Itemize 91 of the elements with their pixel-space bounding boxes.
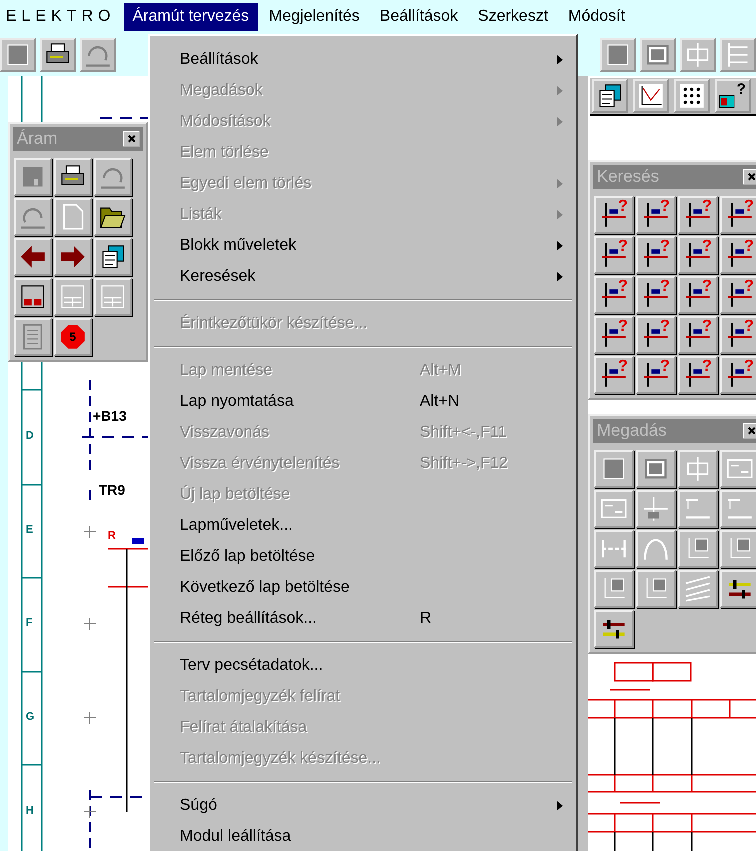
close-icon	[746, 172, 756, 182]
tool-button[interactable]: ?	[636, 236, 676, 274]
tool-button[interactable]: ?	[720, 356, 756, 394]
tool-button[interactable]: ?	[720, 276, 756, 314]
layout-icon	[60, 284, 86, 310]
tool-button[interactable]: ?	[594, 236, 634, 274]
palette-title: Megadás	[597, 421, 667, 441]
tool-button[interactable]: ?	[720, 196, 756, 234]
toolbar-button[interactable]	[40, 38, 76, 72]
tool-button[interactable]: ?	[636, 316, 676, 354]
menu-item[interactable]: Terv pecsétadatok...	[150, 650, 576, 681]
tool-button[interactable]: ?	[594, 196, 634, 234]
document-icon	[100, 244, 126, 270]
tool-button[interactable]	[14, 238, 52, 276]
arrow-left-icon	[20, 244, 46, 270]
close-icon	[746, 426, 756, 436]
palette-title: Áram	[17, 129, 58, 149]
menu-item[interactable]: Lap nyomtatása Alt+N	[150, 386, 576, 417]
hatch-icon	[685, 576, 711, 602]
menu-bar-item[interactable]: Áramút tervezés	[124, 3, 258, 31]
close-button[interactable]	[123, 131, 140, 147]
shortcut-text: Shift+<-,F11	[420, 424, 507, 442]
junction-icon	[643, 496, 669, 522]
row-label: H	[26, 805, 34, 817]
row-label: F	[26, 617, 33, 629]
tool-button[interactable]: ?	[594, 316, 634, 354]
toolbar-button[interactable]	[592, 79, 628, 113]
tool-button[interactable]	[720, 570, 756, 608]
menu-bar-item[interactable]: Szerkeszt	[469, 3, 558, 31]
tool-button[interactable]: ?	[594, 356, 634, 394]
square-icon	[5, 42, 31, 68]
document-icon	[597, 83, 623, 109]
square-icon	[601, 456, 627, 482]
menu-item[interactable]: Modul leállítása	[150, 821, 576, 851]
palette-title: Keresés	[597, 167, 660, 187]
layout-icon	[20, 284, 46, 310]
component-icon	[685, 42, 711, 68]
tool-button[interactable]	[94, 198, 132, 236]
stop-sign-icon	[60, 324, 86, 350]
menu-item[interactable]: Súgó	[150, 790, 576, 821]
toolbar-button[interactable]	[674, 79, 710, 113]
menu-bar-item[interactable]: Beállítások	[370, 3, 468, 31]
device-tag: +B13	[92, 408, 128, 424]
arrow-right-icon	[60, 244, 86, 270]
tool-button[interactable]: ?	[636, 356, 676, 394]
square-icon	[605, 42, 631, 68]
tool-button[interactable]: 5	[54, 318, 92, 356]
close-button[interactable]	[743, 169, 756, 185]
tool-button[interactable]	[54, 158, 92, 196]
row-label: G	[26, 711, 35, 723]
close-icon	[126, 134, 136, 144]
tool-button[interactable]: ?	[678, 196, 718, 234]
tool-button[interactable]: ?	[720, 236, 756, 274]
tool-button[interactable]	[94, 238, 132, 276]
menu-item[interactable]: Keresések	[150, 261, 576, 292]
row-label: D	[26, 430, 34, 442]
tool-button[interactable]: ?	[720, 316, 756, 354]
menu-item[interactable]: Előző lap betöltése	[150, 541, 576, 572]
tool-button[interactable]: ?	[636, 276, 676, 314]
menu-bar-item[interactable]: Módosít	[559, 3, 634, 31]
row-label: E	[26, 524, 34, 536]
menu-item[interactable]: Beállítások	[150, 44, 576, 75]
menu-item[interactable]: Lapműveletek...	[150, 510, 576, 541]
chart-icon	[638, 83, 664, 109]
dot-grid-icon	[679, 83, 705, 109]
tool-button[interactable]: ?	[678, 236, 718, 274]
app-name: ELEKTRO	[5, 8, 117, 26]
menu-item[interactable]: Blokk műveletek	[150, 230, 576, 261]
device-tag: TR9	[98, 482, 126, 498]
layout-icon	[100, 284, 126, 310]
tool-button[interactable]: ?	[678, 356, 718, 394]
tool-button[interactable]	[594, 610, 634, 648]
toolbar-button[interactable]	[633, 79, 669, 113]
component-icon	[685, 456, 711, 482]
menu-item[interactable]: Következő lap betöltése	[150, 572, 576, 603]
shortcut-text: Alt+M	[420, 362, 462, 380]
menu-item[interactable]: Réteg beállítások... R	[150, 603, 576, 634]
menu-bar-item[interactable]: Megjelenítés	[260, 3, 369, 31]
shortcut-text: R	[420, 610, 432, 628]
tool-button[interactable]	[14, 278, 52, 316]
close-button[interactable]	[743, 423, 756, 439]
tool-button[interactable]: ?	[678, 316, 718, 354]
tool-button[interactable]: ?	[678, 276, 718, 314]
shortcut-text: Shift+->,F12	[420, 454, 508, 472]
tool-button[interactable]	[54, 238, 92, 276]
tool-button[interactable]: ?	[636, 196, 676, 234]
tool-button[interactable]: ?	[594, 276, 634, 314]
help-button[interactable]: ?	[715, 79, 751, 113]
shortcut-text: Alt+N	[420, 392, 460, 410]
label-icon	[719, 93, 735, 109]
pin-label: R	[108, 530, 116, 542]
